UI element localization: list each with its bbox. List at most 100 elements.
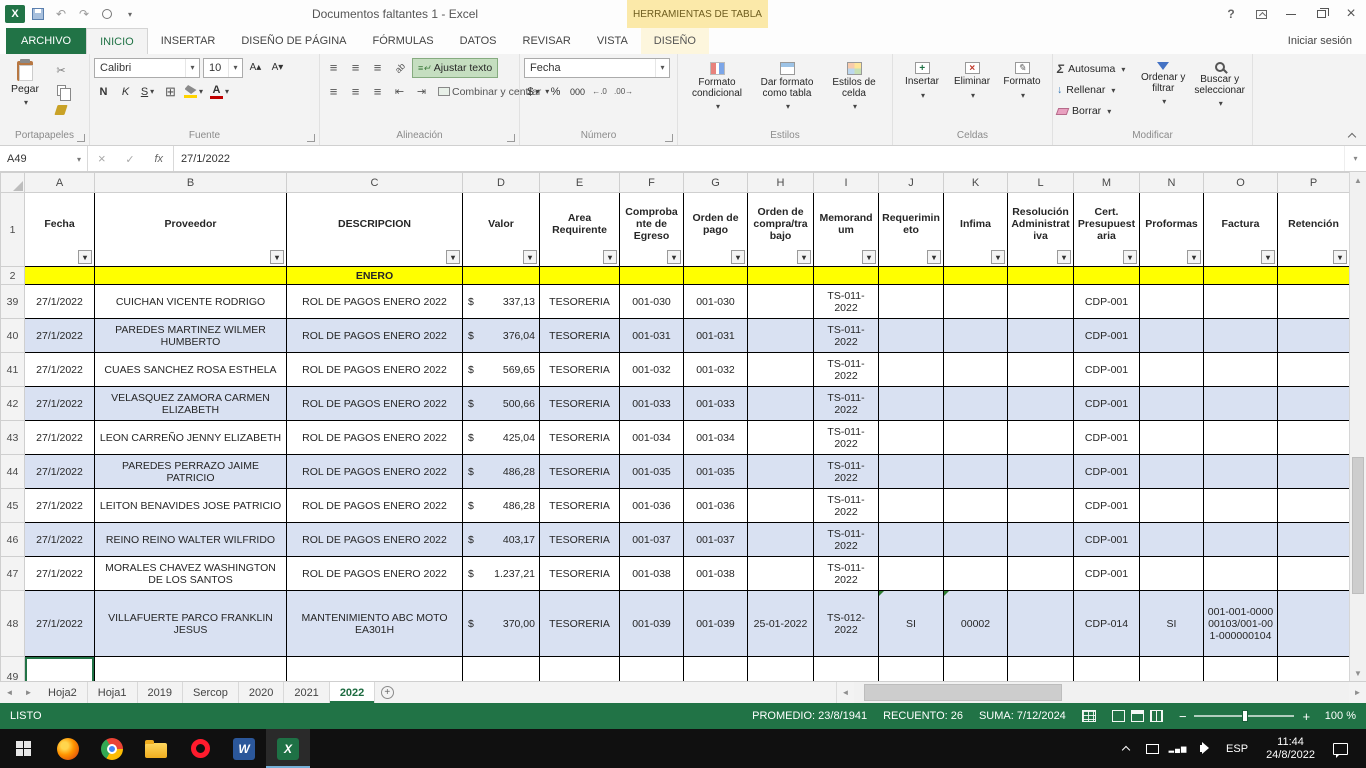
cell-M43[interactable]: CDP-001	[1074, 421, 1140, 455]
cell-D45[interactable]: $486,28	[463, 489, 540, 523]
cell-P42[interactable]	[1278, 387, 1350, 421]
cell-G44[interactable]: 001-035	[684, 455, 748, 489]
orientation-icon[interactable]	[390, 58, 409, 77]
field-header-proformas[interactable]: Proformas	[1140, 193, 1204, 267]
cell-F39[interactable]: 001-030	[620, 285, 684, 319]
find-select-button[interactable]: Buscar y seleccionar	[1191, 57, 1248, 129]
cell-B40[interactable]: PAREDES MARTINEZ WILMER HUMBERTO	[95, 319, 287, 353]
borders-icon[interactable]	[160, 82, 179, 101]
cell-N40[interactable]	[1140, 319, 1204, 353]
cell-A41[interactable]: 27/1/2022	[25, 353, 95, 387]
cell-O41[interactable]	[1204, 353, 1278, 387]
cell-J39[interactable]	[879, 285, 944, 319]
section-cell[interactable]	[1008, 267, 1074, 285]
column-letter-O[interactable]: O	[1204, 173, 1278, 193]
cell-C46[interactable]: ROL DE PAGOS ENERO 2022	[287, 523, 463, 557]
scroll-up-icon[interactable]	[1350, 172, 1366, 188]
ribbon-display-options-icon[interactable]	[1246, 0, 1276, 28]
section-cell[interactable]	[748, 267, 814, 285]
cell-L44[interactable]	[1008, 455, 1074, 489]
cell-J44[interactable]	[879, 455, 944, 489]
close-icon[interactable]	[1336, 0, 1366, 28]
sheet-tab-hoja1[interactable]: Hoja1	[88, 682, 138, 703]
cell-D43[interactable]: $425,04	[463, 421, 540, 455]
scroll-down-icon[interactable]	[1350, 665, 1366, 681]
column-letter-P[interactable]: P	[1278, 173, 1350, 193]
cell-K46[interactable]	[944, 523, 1008, 557]
cell-M40[interactable]: CDP-001	[1074, 319, 1140, 353]
ribbon-tab-datos[interactable]: DATOS	[447, 28, 510, 54]
copy-icon[interactable]	[48, 82, 74, 98]
field-header-factura[interactable]: Factura	[1204, 193, 1278, 267]
cell-A42[interactable]: 27/1/2022	[25, 387, 95, 421]
cell-A45[interactable]: 27/1/2022	[25, 489, 95, 523]
decrease-indent-icon[interactable]	[390, 82, 409, 101]
row-number-47[interactable]: 47	[1, 557, 25, 591]
cell-H40[interactable]	[748, 319, 814, 353]
chevron-down-icon[interactable]	[655, 59, 669, 77]
field-header-fecha[interactable]: Fecha	[25, 193, 95, 267]
filter-dropdown-icon[interactable]	[446, 250, 460, 264]
cell-O43[interactable]	[1204, 421, 1278, 455]
cell-C44[interactable]: ROL DE PAGOS ENERO 2022	[287, 455, 463, 489]
cell-J47[interactable]	[879, 557, 944, 591]
cell-E43[interactable]: TESORERIA	[540, 421, 620, 455]
cell-M49[interactable]	[1074, 657, 1140, 682]
cell-I39[interactable]: TS-011-2022	[814, 285, 879, 319]
cell-K44[interactable]	[944, 455, 1008, 489]
column-letter-L[interactable]: L	[1008, 173, 1074, 193]
filter-dropdown-icon[interactable]	[797, 250, 811, 264]
cell-F42[interactable]: 001-033	[620, 387, 684, 421]
clock[interactable]: 11:44 24/8/2022	[1258, 736, 1323, 762]
cell-O44[interactable]	[1204, 455, 1278, 489]
cell-E49[interactable]	[540, 657, 620, 682]
column-letter-I[interactable]: I	[814, 173, 879, 193]
cell-N48[interactable]: SI	[1140, 591, 1204, 657]
sheet-tab-sercop[interactable]: Sercop	[183, 682, 239, 703]
column-letter-F[interactable]: F	[620, 173, 684, 193]
field-header-orden-de-compra-trabajo[interactable]: Orden de compra/trabajo	[748, 193, 814, 267]
cell-F47[interactable]: 001-038	[620, 557, 684, 591]
ribbon-tab-dise-o-de-p-gina[interactable]: DISEÑO DE PÁGINA	[228, 28, 359, 54]
filter-dropdown-icon[interactable]	[927, 250, 941, 264]
cell-styles-button[interactable]: Estilos de celda	[822, 57, 886, 129]
row-number-49[interactable]: 49	[1, 657, 25, 682]
cell-A46[interactable]: 27/1/2022	[25, 523, 95, 557]
cell-F49[interactable]	[620, 657, 684, 682]
cell-K41[interactable]	[944, 353, 1008, 387]
cell-D41[interactable]: $569,65	[463, 353, 540, 387]
cell-M44[interactable]: CDP-001	[1074, 455, 1140, 489]
filter-dropdown-icon[interactable]	[603, 250, 617, 264]
cell-E48[interactable]: TESORERIA	[540, 591, 620, 657]
cell-K39[interactable]	[944, 285, 1008, 319]
cell-E40[interactable]: TESORERIA	[540, 319, 620, 353]
cell-F48[interactable]: 001-039	[620, 591, 684, 657]
cell-O40[interactable]	[1204, 319, 1278, 353]
cell-D44[interactable]: $486,28	[463, 455, 540, 489]
cell-J45[interactable]	[879, 489, 944, 523]
column-letter-A[interactable]: A	[25, 173, 95, 193]
sheet-nav-next-icon[interactable]	[19, 682, 38, 703]
number-format-combo[interactable]: Fecha	[524, 58, 670, 78]
cell-O45[interactable]	[1204, 489, 1278, 523]
vertical-scroll-thumb[interactable]	[1352, 457, 1364, 594]
restore-icon[interactable]	[1306, 0, 1336, 28]
cell-F43[interactable]: 001-034	[620, 421, 684, 455]
cell-I48[interactable]: TS-012-2022	[814, 591, 879, 657]
cell-D40[interactable]: $376,04	[463, 319, 540, 353]
scroll-left-icon[interactable]	[837, 682, 854, 703]
hidden-icons-chevron[interactable]	[1114, 729, 1138, 768]
cell-P47[interactable]	[1278, 557, 1350, 591]
language-indicator[interactable]: ESP	[1218, 743, 1256, 755]
cell-G45[interactable]: 001-036	[684, 489, 748, 523]
row-number-45[interactable]: 45	[1, 489, 25, 523]
save-icon[interactable]	[28, 4, 48, 24]
field-header-retenci-n[interactable]: Retención	[1278, 193, 1350, 267]
ribbon-tab-revisar[interactable]: REVISAR	[510, 28, 584, 54]
cell-H47[interactable]	[748, 557, 814, 591]
cell-C45[interactable]: ROL DE PAGOS ENERO 2022	[287, 489, 463, 523]
cell-E45[interactable]: TESORERIA	[540, 489, 620, 523]
file-explorer-icon[interactable]	[134, 729, 178, 768]
section-cell[interactable]	[1074, 267, 1140, 285]
chevron-down-icon[interactable]	[185, 59, 199, 77]
